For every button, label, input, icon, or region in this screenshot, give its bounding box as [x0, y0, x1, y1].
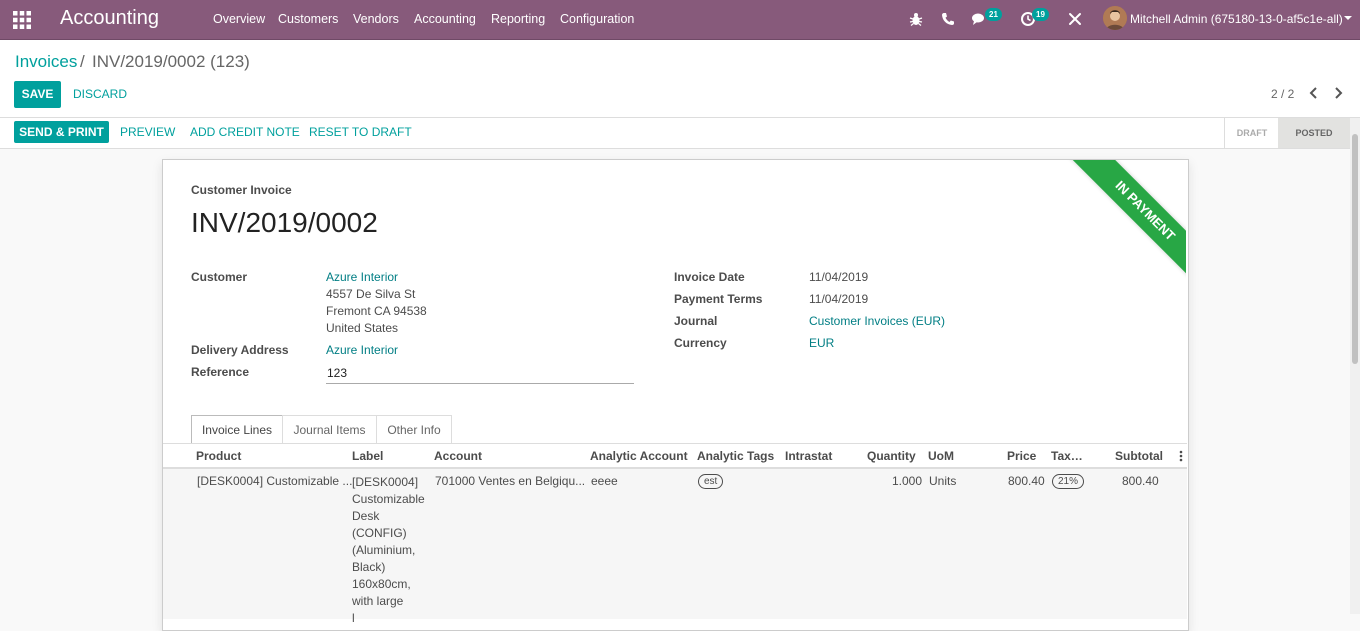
label-line: l [352, 611, 355, 625]
reset-to-draft-button[interactable]: RESET TO DRAFT [309, 125, 412, 139]
column-header-uom[interactable]: UoM [928, 449, 954, 463]
chat-count-badge: 21 [985, 8, 1002, 21]
table-row[interactable] [163, 469, 1187, 619]
address-line: United States [326, 321, 399, 335]
label-line: with large [352, 594, 404, 608]
cell-subtotal: 800.40 [1122, 474, 1159, 488]
menu-reporting[interactable]: Reporting [491, 12, 545, 26]
app-title[interactable]: Accounting [60, 7, 159, 30]
tab-invoice-lines[interactable]: Invoice Lines [191, 415, 283, 444]
reference-label: Reference [191, 365, 250, 379]
user-avatar[interactable] [1103, 6, 1127, 30]
save-button[interactable]: SAVE [14, 81, 61, 108]
payment-terms-value[interactable]: 11/04/2019 [809, 292, 868, 306]
tools-close-icon[interactable] [1067, 11, 1083, 27]
label-line: Desk [352, 509, 380, 523]
status-draft[interactable]: DRAFT [1224, 118, 1279, 148]
invoice-date-label: Invoice Date [674, 270, 745, 284]
optional-columns-icon[interactable] [1179, 450, 1183, 462]
ribbon-wrapper: IN PAYMENT [1062, 160, 1186, 284]
cell-product[interactable]: [DESK0004] Customizable ... [197, 474, 352, 488]
breadcrumb-invoices[interactable]: Invoices [15, 52, 77, 72]
pager-value[interactable]: 2 / 2 [1271, 87, 1294, 101]
label-line: 160x80cm, [352, 577, 411, 591]
label-line: Black) [352, 560, 386, 574]
tabs-divider [163, 443, 1187, 444]
address-line: 4557 De Silva St [326, 287, 416, 301]
column-header-subtotal[interactable]: Subtotal [1115, 449, 1163, 463]
chevron-down-icon[interactable] [1344, 16, 1352, 20]
column-header-intrastat[interactable]: Intrastat [785, 449, 832, 463]
currency-label: Currency [674, 336, 727, 350]
label-line: (Aluminium, [352, 543, 416, 557]
tab-journal-items[interactable]: Journal Items [282, 415, 377, 444]
menu-configuration[interactable]: Configuration [560, 12, 634, 26]
column-header-analytic-tags[interactable]: Analytic Tags [697, 449, 774, 463]
customer-link[interactable]: Azure Interior [326, 270, 398, 284]
column-header-product[interactable]: Product [196, 449, 241, 463]
column-header-analytic-account[interactable]: Analytic Account [590, 449, 688, 463]
activity-count-badge: 19 [1032, 8, 1049, 21]
currency-link[interactable]: EUR [809, 336, 834, 350]
breadcrumb-separator: / [80, 52, 85, 71]
column-header-taxes[interactable]: Tax… [1051, 449, 1083, 463]
column-header-price[interactable]: Price [1007, 449, 1036, 463]
menu-customers[interactable]: Customers [278, 12, 338, 26]
delivery-address-link[interactable]: Azure Interior [326, 343, 398, 357]
payment-terms-label: Payment Terms [674, 292, 763, 306]
apps-grid-icon[interactable] [13, 11, 31, 29]
analytic-tag-badge[interactable]: est [698, 474, 724, 489]
phone-icon[interactable] [940, 11, 956, 27]
reference-input-underline [326, 383, 634, 384]
vertical-scrollbar[interactable] [1350, 118, 1360, 614]
user-menu[interactable]: Mitchell Admin (675180-13-0-af5c1e-all) [1130, 12, 1343, 26]
pager-next-icon[interactable] [1331, 86, 1345, 100]
control-panel: Invoices / INV/2019/0002 (123) SAVE DISC… [0, 40, 1360, 118]
menu-overview[interactable]: Overview [213, 12, 265, 26]
journal-link[interactable]: Customer Invoices (EUR) [809, 314, 945, 328]
label-line: [DESK0004] [352, 475, 419, 489]
address-line: Fremont CA 94538 [326, 304, 427, 318]
tax-badge[interactable]: 21% [1052, 474, 1085, 489]
send-print-button[interactable]: SEND & PRINT [14, 121, 109, 143]
top-navbar: Accounting Overview Customers Vendors Ac… [0, 0, 1360, 40]
column-header-label[interactable]: Label [352, 449, 383, 463]
menu-accounting[interactable]: Accounting [414, 12, 476, 26]
status-posted: POSTED [1278, 118, 1350, 148]
tab-other-info[interactable]: Other Info [376, 415, 452, 444]
statusbar: SEND & PRINT PREVIEW ADD CREDIT NOTE RES… [0, 118, 1350, 149]
cell-account[interactable]: 701000 Ventes en Belgiqu... [435, 474, 585, 488]
preview-button[interactable]: PREVIEW [120, 125, 175, 139]
label-line: Customizable [352, 492, 425, 506]
menu-vendors[interactable]: Vendors [353, 12, 399, 26]
cell-price[interactable]: 800.40 [1008, 474, 1045, 488]
invoice-type: Customer Invoice [191, 183, 292, 197]
invoice-number: INV/2019/0002 [191, 207, 378, 238]
cell-quantity[interactable]: 1.000 [892, 474, 922, 488]
pager-previous-icon[interactable] [1307, 86, 1321, 100]
journal-label: Journal [674, 314, 718, 328]
add-credit-note-button[interactable]: ADD CREDIT NOTE [190, 125, 300, 139]
invoice-date-value[interactable]: 11/04/2019 [809, 270, 868, 284]
label-line: (CONFIG) [352, 526, 407, 540]
cell-analytic-account[interactable]: eeee [591, 474, 618, 488]
cell-label[interactable]: [DESK0004] Customizable Desk (CONFIG) (A… [352, 474, 430, 627]
column-header-account[interactable]: Account [434, 449, 482, 463]
customer-label: Customer [191, 270, 248, 284]
bug-icon[interactable] [908, 11, 924, 27]
column-header-quantity[interactable]: Quantity [867, 449, 916, 463]
breadcrumb-current: INV/2019/0002 (123) [92, 52, 250, 71]
in-payment-ribbon: IN PAYMENT [1067, 160, 1186, 284]
delivery-address-label: Delivery Address [191, 343, 289, 357]
cell-uom[interactable]: Units [929, 474, 956, 488]
discard-button[interactable]: DISCARD [73, 87, 127, 101]
reference-input[interactable]: 123 [327, 366, 347, 380]
scrollbar-thumb[interactable] [1352, 134, 1358, 364]
